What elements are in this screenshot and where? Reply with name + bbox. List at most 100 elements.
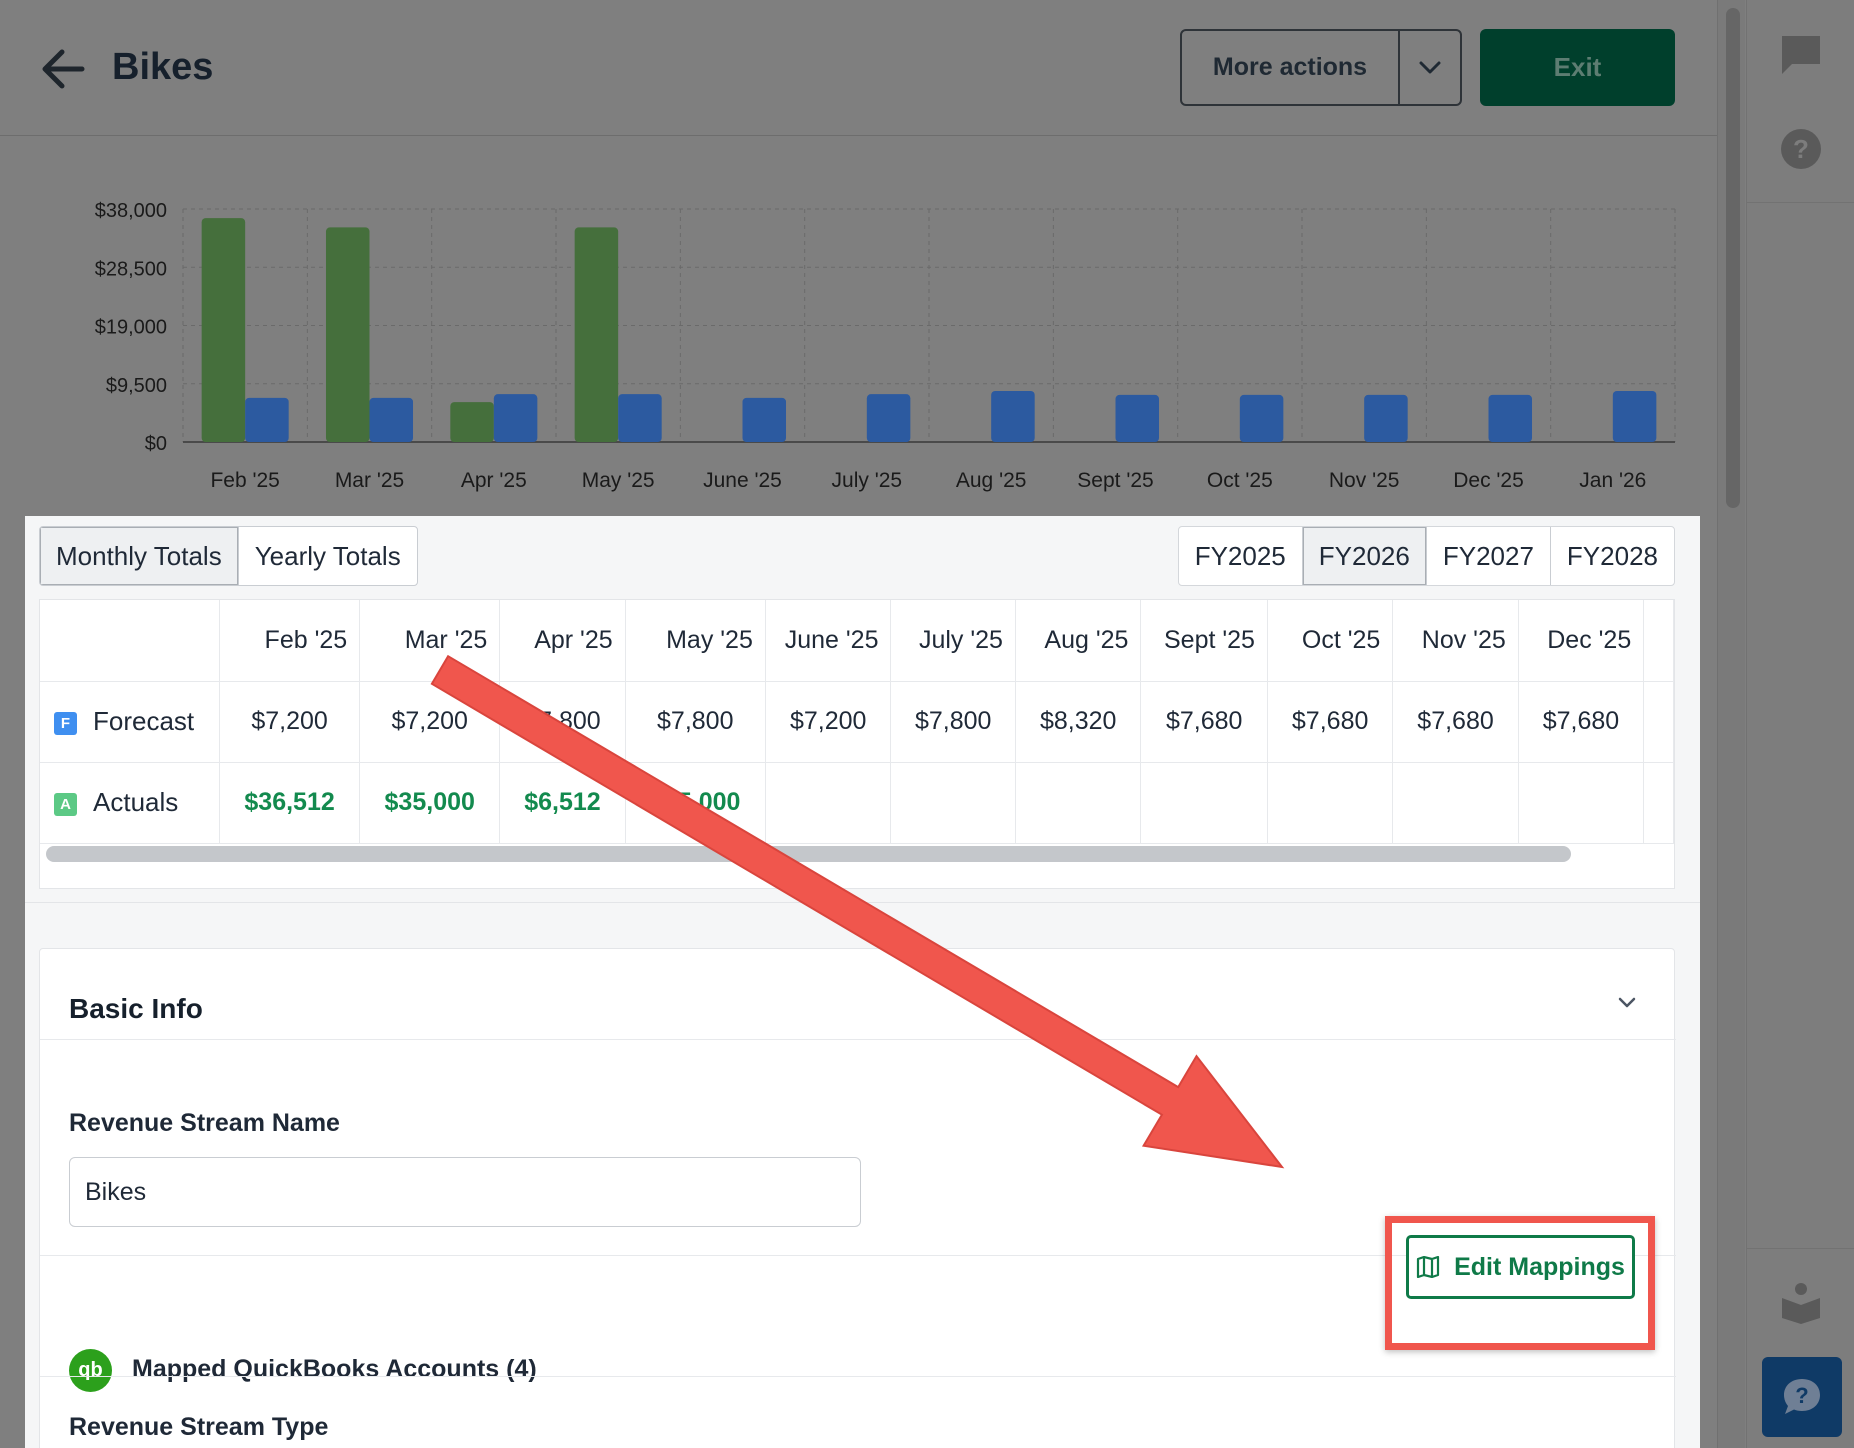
y-tick-label: $28,500 [95, 258, 167, 280]
table-cell[interactable]: $7,680 [1267, 681, 1394, 763]
column-header: Nov '25 [1392, 600, 1519, 682]
chart-bar [1115, 394, 1160, 442]
table-row-actuals: A Actuals $36,512 $35,000 $6,512 $35,000 [40, 762, 1674, 844]
quickbooks-logo: qb [69, 1349, 112, 1392]
column-header: Mar '25 [359, 600, 501, 682]
table-cell: $35,000 [625, 762, 766, 844]
more-actions-button[interactable]: More actions [1180, 29, 1462, 106]
fy-tab-2025[interactable]: FY2025 [1179, 527, 1303, 585]
chart-bar [1488, 394, 1533, 442]
fy-tab-2028[interactable]: FY2028 [1551, 527, 1674, 585]
table-cell [890, 762, 1016, 844]
monthly-totals-tab[interactable]: Monthly Totals [40, 527, 239, 585]
table-cell[interactable]: $8,320 [1015, 681, 1142, 763]
chevron-down-icon [1419, 61, 1441, 73]
chart-bar [991, 390, 1035, 442]
column-header: Dec '25 [1518, 600, 1645, 682]
reading-person-icon[interactable] [1778, 1280, 1824, 1326]
x-tick-label: Aug '25 [956, 469, 1027, 492]
row-label-text: Forecast [93, 706, 195, 736]
comment-icon[interactable] [1778, 32, 1824, 78]
more-actions-label[interactable]: More actions [1182, 31, 1400, 104]
table-cell [1518, 762, 1645, 844]
column-header: Feb '25 [219, 600, 361, 682]
divider [40, 1376, 1676, 1377]
page-header: Bikes More actions Exit [0, 0, 1717, 136]
chart-bar [1612, 390, 1657, 442]
right-rail [1746, 0, 1854, 1448]
table-cell [1015, 762, 1142, 844]
table-cell[interactable]: $7,800 [625, 681, 766, 763]
table-cell[interactable]: $7,680 [1140, 681, 1268, 763]
table-cell [1643, 762, 1674, 844]
x-tick-label: Apr '25 [461, 469, 527, 492]
map-icon [1416, 1256, 1440, 1278]
column-header: June '25 [765, 600, 892, 682]
fy-tab-2027[interactable]: FY2027 [1427, 527, 1551, 585]
table-cell [765, 762, 892, 844]
table-cell: $35,000 [359, 762, 501, 844]
fiscal-year-toggle: FY2025 FY2026 FY2027 FY2028 [1177, 526, 1675, 586]
revenue-stream-name-label: Revenue Stream Name [69, 1109, 340, 1137]
chart-bar [493, 394, 538, 442]
more-actions-dropdown[interactable] [1400, 31, 1460, 104]
table-cell[interactable]: $7,680 [1518, 681, 1645, 763]
svg-text:?: ? [1793, 134, 1809, 164]
exit-button[interactable]: Exit [1480, 29, 1675, 106]
chart-bar [866, 394, 911, 442]
edit-mappings-button[interactable]: Edit Mappings [1406, 1235, 1635, 1299]
mapped-accounts-label: Mapped QuickBooks Accounts (4) [132, 1355, 537, 1383]
column-header: July '25 [890, 600, 1016, 682]
y-tick-label: $9,500 [106, 375, 167, 397]
edit-mappings-label: Edit Mappings [1454, 1252, 1625, 1281]
table-cell[interactable]: $7,800 [890, 681, 1016, 763]
section-divider [25, 902, 1700, 903]
table-cell [1140, 762, 1268, 844]
back-button[interactable] [38, 44, 88, 94]
row-label-text: Actuals [93, 787, 179, 817]
column-header: Oct '25 [1267, 600, 1394, 682]
x-tick-label: Nov '25 [1329, 469, 1400, 492]
svg-text:?: ? [1795, 1383, 1808, 1408]
monthly-data-table: Feb '25 Mar '25 Apr '25 May '25 June '25… [39, 599, 1675, 889]
chart-bar [245, 397, 289, 442]
rail-divider [1746, 1248, 1854, 1249]
fy-tab-2026[interactable]: FY2026 [1302, 527, 1427, 585]
row-label-forecast: F Forecast [40, 681, 221, 763]
revenue-stream-type-label: Revenue Stream Type [69, 1413, 329, 1441]
table-cell[interactable]: $7,800 [499, 681, 626, 763]
x-tick-label: Oct '25 [1207, 469, 1273, 492]
arrow-left-icon [42, 49, 85, 89]
table-cell [1392, 762, 1519, 844]
x-tick-label: May '25 [582, 469, 655, 492]
help-circle-icon[interactable]: ? [1778, 126, 1824, 172]
highlighted-panel: Monthly Totals Yearly Totals FY2025 FY20… [25, 516, 1700, 1448]
table-cell[interactable]: $7,680 [1392, 681, 1519, 763]
y-tick-label: $0 [145, 433, 167, 455]
table-cell[interactable]: $7,200 [219, 681, 361, 763]
chart-bar [742, 397, 787, 442]
chart-bar [369, 397, 414, 442]
y-tick-label: $38,000 [95, 200, 167, 222]
table-corner-cell [40, 600, 221, 682]
x-tick-label: Dec '25 [1453, 469, 1524, 492]
chevron-down-icon[interactable] [1618, 997, 1636, 1009]
chart-bar [574, 227, 619, 442]
table-cell[interactable]: $7,200 [359, 681, 501, 763]
divider [40, 1039, 1676, 1040]
table-horizontal-scrollbar[interactable] [46, 846, 1571, 862]
table-cell[interactable]: $7,200 [765, 681, 892, 763]
chat-support-button[interactable]: ? [1762, 1357, 1842, 1437]
basic-info-card: Basic Info Revenue Stream Name qb Mapped… [39, 948, 1676, 1448]
chart-bar [450, 402, 494, 442]
column-header: Aug '25 [1015, 600, 1142, 682]
rail-divider [1746, 202, 1854, 203]
column-header: May '25 [625, 600, 766, 682]
revenue-stream-name-input[interactable] [69, 1157, 861, 1227]
chat-question-icon: ? [1784, 1379, 1820, 1414]
actuals-badge: A [54, 793, 77, 816]
basic-info-title: Basic Info [69, 993, 203, 1024]
y-tick-label: $19,000 [95, 317, 167, 339]
yearly-totals-tab[interactable]: Yearly Totals [239, 527, 417, 585]
page-scrollbar-thumb[interactable] [1726, 8, 1740, 508]
